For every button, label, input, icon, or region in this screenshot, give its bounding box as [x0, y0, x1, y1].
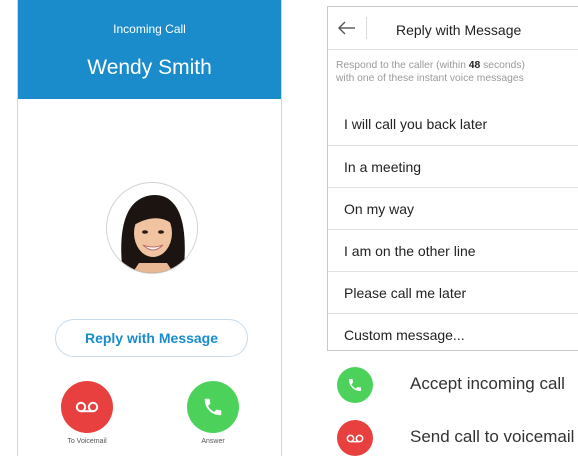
reply-with-message-screen: Reply with Message Respond to the caller…	[327, 6, 578, 351]
legend-accept-label: Accept incoming call	[410, 374, 565, 393]
voicemail-icon	[346, 434, 364, 442]
seconds-remaining: 48	[468, 60, 481, 71]
instructions-suffix: seconds)	[480, 60, 525, 71]
instructions-line-1: Respond to the caller (within 48 seconds…	[336, 59, 578, 72]
legend-voicemail-badge	[337, 420, 373, 456]
caller-name: Wendy Smith	[87, 56, 212, 79]
message-item-other-line[interactable]: I am on the other line	[328, 229, 578, 271]
reply-screen-title: Reply with Message	[396, 22, 522, 38]
instructions-prefix: Respond to the caller (within	[336, 60, 469, 71]
phone-icon	[349, 379, 361, 391]
message-list: I will call you back later In a meeting …	[328, 103, 578, 350]
legend-voicemail: Send call to voicemail	[337, 420, 578, 456]
answer-caption: Answer	[201, 438, 225, 445]
person-photo-icon	[107, 183, 197, 273]
incoming-call-screen: Incoming Call Wendy Smith Reply with Mes…	[17, 0, 282, 456]
message-item-call-back-later[interactable]: I will call you back later	[328, 103, 578, 145]
call-status-label: Incoming Call	[113, 22, 186, 36]
message-item-custom[interactable]: Custom message...	[328, 313, 578, 350]
instructions-line-2: with one of these instant voice messages	[336, 73, 524, 84]
legend-accept-badge	[337, 367, 373, 403]
message-item-in-a-meeting[interactable]: In a meeting	[328, 145, 578, 187]
call-header: Incoming Call Wendy Smith	[18, 0, 281, 99]
message-item-on-my-way[interactable]: On my way	[328, 187, 578, 229]
voicemail-button[interactable]	[61, 381, 113, 433]
phone-icon	[204, 398, 222, 416]
reply-top-bar: Reply with Message	[328, 7, 578, 50]
legend-accept: Accept incoming call	[337, 367, 578, 403]
message-item-call-me-later[interactable]: Please call me later	[328, 271, 578, 313]
reply-instructions: Respond to the caller (within 48 seconds…	[336, 59, 578, 85]
voicemail-caption: To Voicemail	[67, 438, 107, 445]
voicemail-icon	[75, 401, 99, 413]
top-bar-divider	[366, 17, 367, 39]
reply-with-message-button[interactable]: Reply with Message	[55, 319, 248, 357]
back-arrow-icon[interactable]	[336, 17, 358, 39]
legend-voicemail-label: Send call to voicemail	[410, 427, 575, 446]
answer-button[interactable]	[187, 381, 239, 433]
caller-avatar	[106, 182, 198, 274]
